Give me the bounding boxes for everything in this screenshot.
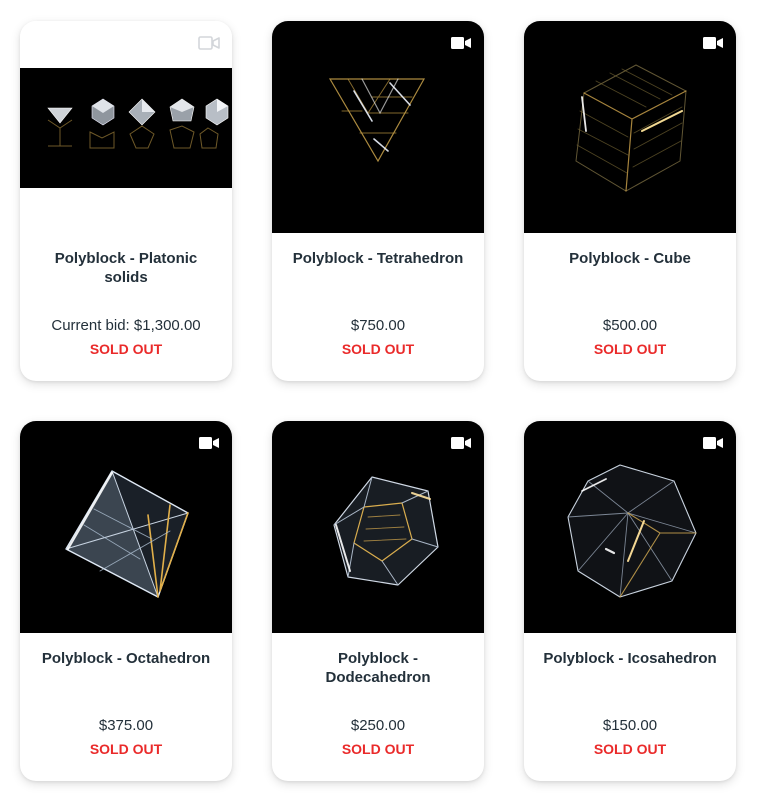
product-image[interactable] [272, 21, 484, 233]
tetrahedron-art [328, 78, 426, 163]
product-price: $375.00 [98, 717, 154, 734]
product-title[interactable]: Polyblock - Octahedron [34, 649, 218, 668]
video-icon [703, 37, 723, 49]
video-icon [451, 37, 471, 49]
sold-out-badge: SOLD OUT [89, 341, 163, 357]
product-card-platonic-solids[interactable]: Polyblock - Platonic solids Current bid:… [20, 21, 232, 381]
sold-out-badge: SOLD OUT [593, 341, 667, 357]
product-title[interactable]: Polyblock - Icosahedron [538, 649, 722, 668]
video-icon [198, 36, 220, 50]
product-title[interactable]: Polyblock - Tetrahedron [286, 249, 470, 268]
product-image[interactable] [524, 21, 736, 233]
video-icon [199, 437, 219, 449]
product-price: $250.00 [350, 717, 406, 734]
product-image[interactable] [272, 421, 484, 633]
product-image-strip [20, 68, 232, 188]
product-title[interactable]: Polyblock - Platonic solids [34, 249, 218, 287]
product-card-octahedron[interactable]: Polyblock - Octahedron $375.00 SOLD OUT [20, 421, 232, 781]
product-image[interactable] [524, 421, 736, 633]
product-card-dodecahedron[interactable]: Polyblock - Dodecahedron $250.00 SOLD OU… [272, 421, 484, 781]
dodecahedron-art [333, 476, 439, 586]
sold-out-badge: SOLD OUT [89, 741, 163, 757]
sold-out-badge: SOLD OUT [341, 341, 415, 357]
product-card-icosahedron[interactable]: Polyblock - Icosahedron $150.00 SOLD OUT [524, 421, 736, 781]
product-image[interactable] [20, 21, 232, 233]
product-title[interactable]: Polyblock - Dodecahedron [286, 649, 470, 687]
video-icon [451, 437, 471, 449]
platonic-solids-art [47, 98, 229, 149]
product-price: $750.00 [350, 317, 406, 334]
product-image[interactable] [20, 421, 232, 633]
video-icon [703, 437, 723, 449]
sold-out-badge: SOLD OUT [593, 741, 667, 757]
product-title[interactable]: Polyblock - Cube [538, 249, 722, 268]
product-card-cube[interactable]: Polyblock - Cube $500.00 SOLD OUT [524, 21, 736, 381]
octahedron-art [65, 470, 189, 598]
product-price: $500.00 [602, 317, 658, 334]
sold-out-badge: SOLD OUT [341, 741, 415, 757]
product-price: Current bid: $1,300.00 [51, 317, 201, 334]
icosahedron-art [567, 464, 697, 598]
product-card-tetrahedron[interactable]: Polyblock - Tetrahedron $750.00 SOLD OUT [272, 21, 484, 381]
product-price: $150.00 [602, 717, 658, 734]
cube-art [575, 64, 687, 192]
